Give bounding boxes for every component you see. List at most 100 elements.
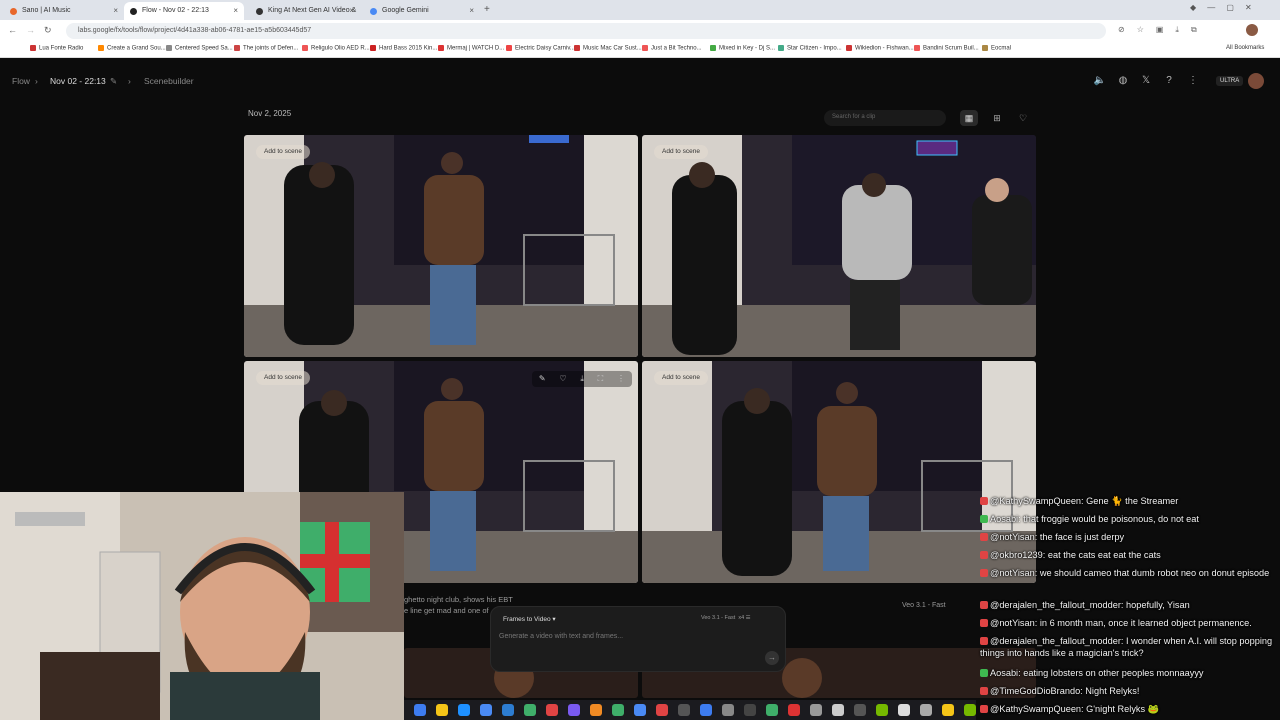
bookmark-item[interactable]: Eocmal (982, 45, 1011, 52)
close-icon[interactable]: × (113, 6, 118, 15)
speaker-icon[interactable]: 🔈 (1093, 74, 1107, 88)
bookmark-item[interactable]: Star Citizen - Impo... (778, 45, 842, 52)
taskbar-app-icon[interactable] (832, 704, 844, 716)
taskbar-app-icon[interactable] (898, 704, 910, 716)
clip-thumbnail (642, 135, 1036, 357)
send-icon[interactable]: → (765, 651, 779, 665)
breadcrumb-project[interactable]: Nov 02 - 22:13 (50, 76, 106, 86)
bookmark-item[interactable]: Wikiedion - Fishwan... (846, 45, 914, 52)
forward-icon[interactable]: → (26, 25, 35, 35)
taskbar-app-icon[interactable] (788, 704, 800, 716)
prompt-box: Frames to Video ▾ Veo 3.1 - Fast x4 ☰ Ge… (490, 606, 786, 672)
new-tab-icon[interactable]: + (484, 4, 490, 15)
chat-message: @KathySwampQueen: Gene 🐈 the Streamer (980, 496, 1278, 508)
breadcrumb-page[interactable]: Scenebuilder (144, 76, 194, 86)
bookmark-item[interactable]: Lua Fonte Radio (30, 45, 83, 52)
more-icon[interactable]: ⋮ (617, 371, 625, 387)
taskbar-app-icon[interactable] (678, 704, 690, 716)
toolbar-icons[interactable]: ⊘☆▣⤓⧉ (1118, 25, 1209, 35)
tab-flow[interactable]: Flow - Nov 02 - 22:13 × (124, 2, 244, 20)
taskbar-app-icon[interactable] (414, 704, 426, 716)
download-icon[interactable]: ⤓ (580, 371, 584, 387)
add-to-scene-button[interactable]: Add to scene (256, 371, 310, 385)
prompt-input[interactable]: Generate a video with text and frames... (499, 633, 623, 640)
edit-icon[interactable]: ✎ (110, 76, 117, 87)
bookmark-item[interactable]: Electric Daisy Carniv... (506, 45, 575, 52)
taskbar-app-icon[interactable] (568, 704, 580, 716)
taskbar-app-icon[interactable] (920, 704, 932, 716)
heart-icon[interactable]: ♡ (559, 371, 566, 387)
profile-avatar[interactable] (1246, 24, 1258, 36)
bookmark-item[interactable]: Create a Grand Sou... (98, 45, 166, 52)
taskbar-app-icon[interactable] (766, 704, 778, 716)
taskbar-app-icon[interactable] (458, 704, 470, 716)
video-clip[interactable]: Add to scene (244, 135, 638, 357)
chat-username: @notYisan: (990, 568, 1038, 578)
bookmark-item[interactable]: Centered Speed Sa... (166, 45, 233, 52)
taskbar-app-icon[interactable] (722, 704, 734, 716)
taskbar-app-icon[interactable] (634, 704, 646, 716)
taskbar-app-icon[interactable] (810, 704, 822, 716)
window-controls[interactable]: ◆ — ▢ ✕ (1190, 3, 1252, 12)
favorites-icon[interactable]: ♡ (1014, 110, 1032, 126)
bookmark-item[interactable]: Music Mac Car Sust... (574, 45, 642, 52)
taskbar-app-icon[interactable] (480, 704, 492, 716)
bookmark-item[interactable]: Hard Bass 2015 Kin... (370, 45, 437, 52)
more-icon[interactable]: ⋮ (1186, 74, 1200, 88)
taskbar-app-icon[interactable] (436, 704, 448, 716)
bookmark-item[interactable]: Mixed in Key - Dj S... (710, 45, 775, 52)
grid-view-icon[interactable]: ▦ (960, 110, 978, 126)
taskbar-app-icon[interactable] (854, 704, 866, 716)
expand-icon[interactable]: ⛶ (598, 371, 604, 387)
bookmark-item[interactable]: Just a Bit Techno... (642, 45, 702, 52)
add-to-scene-button[interactable]: Add to scene (654, 145, 708, 159)
edit-icon[interactable]: ✎ (539, 371, 546, 387)
avatar[interactable] (1248, 73, 1264, 89)
taskbar-app-icon[interactable] (744, 704, 756, 716)
bookmark-label: Bandini Scrum Buil... (923, 45, 979, 52)
taskbar-app-icon[interactable] (524, 704, 536, 716)
mode-select[interactable]: Frames to Video ▾ (503, 615, 556, 623)
bookmark-item[interactable]: Mermaj | WATCH D... (438, 45, 504, 52)
add-to-scene-button[interactable]: Add to scene (654, 371, 708, 385)
tab-title: Sano | AI Music (22, 7, 71, 14)
taskbar-app-icon[interactable] (964, 704, 976, 716)
tab-gemini[interactable]: Google Gemini × (364, 2, 480, 20)
bookmark-item[interactable]: Religulo Olio AED R... (302, 45, 370, 52)
taskbar-app-icon[interactable] (590, 704, 602, 716)
bookmark-item[interactable]: The joints of Defen... (234, 45, 298, 52)
breadcrumb-root[interactable]: Flow (12, 76, 30, 86)
taskbar-app-icon[interactable] (612, 704, 624, 716)
tab-sano[interactable]: Sano | AI Music × (4, 2, 124, 20)
tab-title: King At Next Gen AI Video & (268, 7, 357, 14)
tile-view-icon[interactable]: ⊞ (988, 110, 1006, 126)
taskbar-app-icon[interactable] (546, 704, 558, 716)
count-label: x4 (738, 615, 745, 621)
x-icon[interactable]: 𝕏 (1139, 74, 1153, 88)
add-to-scene-button[interactable]: Add to scene (256, 145, 310, 159)
close-icon[interactable]: × (469, 6, 474, 15)
chat-message: @notYisan: the face is just derpy (980, 532, 1278, 544)
taskbar-app-icon[interactable] (700, 704, 712, 716)
help-icon[interactable]: ? (1162, 74, 1176, 88)
taskbar-app-icon[interactable] (502, 704, 514, 716)
bookmark-favicon-icon (642, 45, 648, 51)
bookmark-favicon-icon (166, 45, 172, 51)
bookmark-item[interactable]: Bandini Scrum Buil... (914, 45, 979, 52)
taskbar-app-icon[interactable] (876, 704, 888, 716)
all-bookmarks-button[interactable]: All Bookmarks (1226, 45, 1264, 51)
close-icon[interactable]: × (233, 6, 238, 15)
taskbar-app-icon[interactable] (942, 704, 954, 716)
taskbar-app-icon[interactable] (656, 704, 668, 716)
address-bar[interactable]: labs.google/fx/tools/flow/project/4d41a3… (66, 23, 1106, 39)
video-clip[interactable]: Add to scene (642, 135, 1036, 357)
search-input[interactable]: Search for a clip (824, 110, 946, 126)
discord-icon[interactable]: ◍ (1116, 74, 1130, 88)
tab-king[interactable]: King At Next Gen AI Video & × (250, 2, 360, 20)
chat-username: @notYisan: (990, 532, 1038, 542)
close-icon[interactable]: × (349, 6, 354, 15)
caption-line: ghetto night club, shows his EBT (404, 595, 513, 604)
back-icon[interactable]: ← (8, 25, 17, 35)
reload-icon[interactable]: ↻ (44, 25, 52, 36)
model-select[interactable]: Veo 3.1 - Fast x4 ☰ (701, 615, 751, 621)
